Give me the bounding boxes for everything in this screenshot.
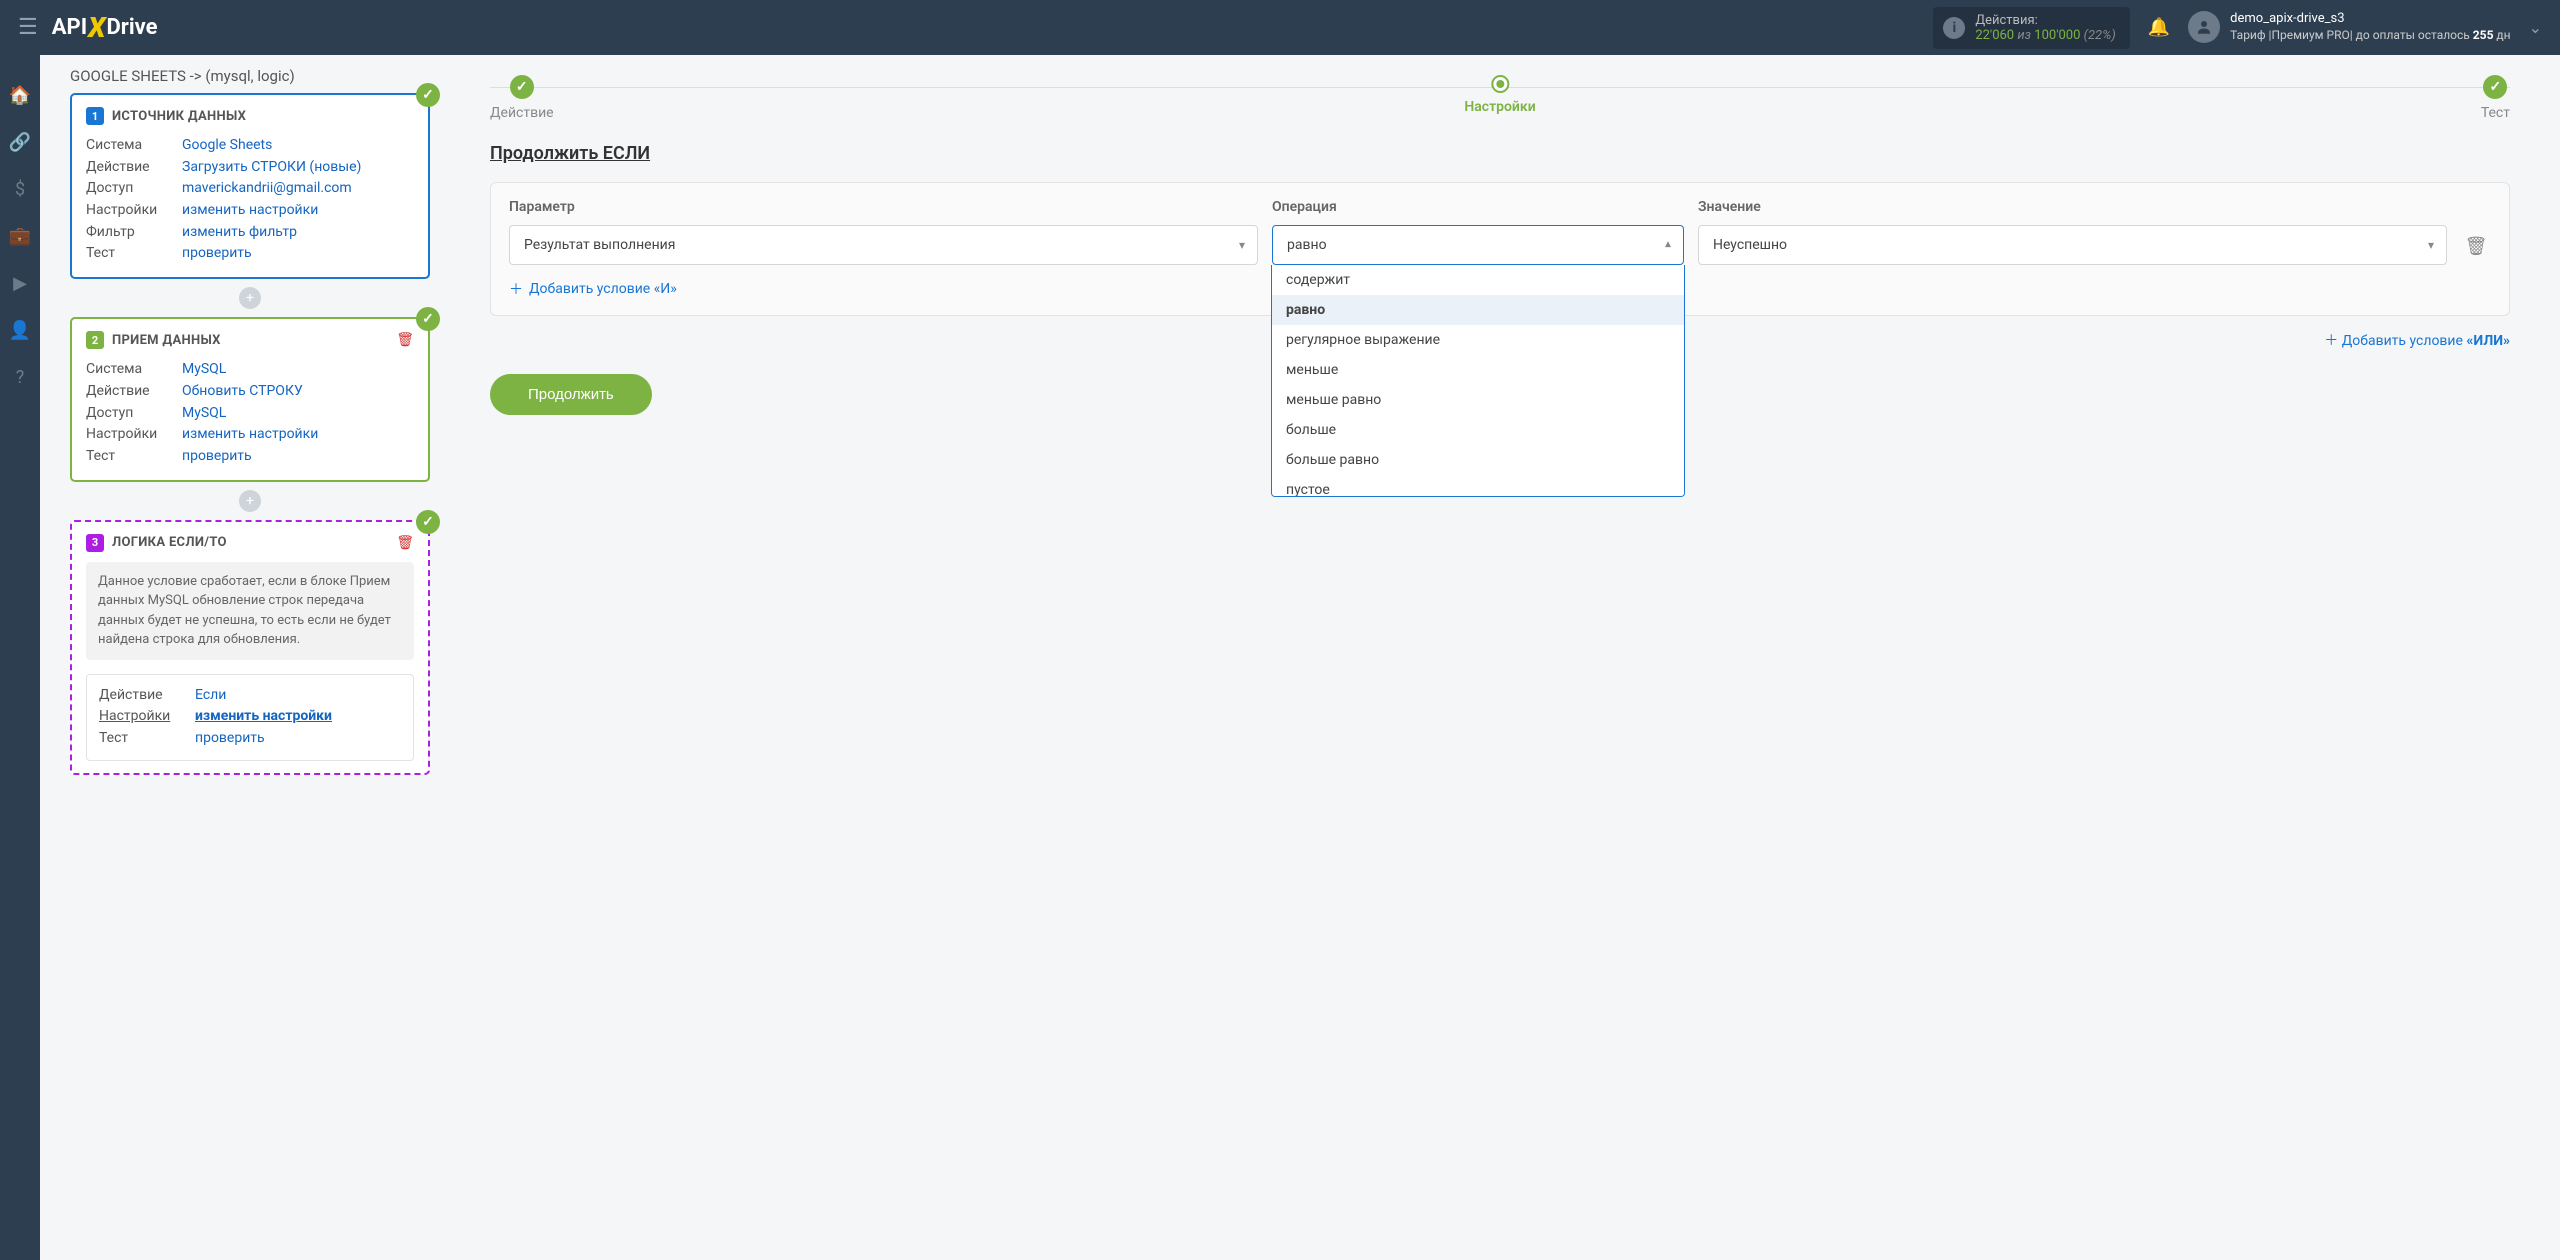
sidebar: GOOGLE SHEETS -> (mysql, logic) ✓ 1 ИСТО…: [40, 55, 460, 1260]
select-operation[interactable]: равно ▾: [1272, 225, 1684, 265]
source-filter[interactable]: изменить фильтр: [182, 222, 297, 244]
header-value: Значение: [1698, 199, 2447, 215]
chevron-up-icon: ▾: [1665, 238, 1671, 252]
stepper: ✓ Действие Настройки ✓ Тест: [490, 75, 2510, 125]
source-system[interactable]: Google Sheets: [182, 135, 272, 157]
operation-option[interactable]: содержит: [1272, 265, 1684, 295]
source-access[interactable]: maverickandrii@gmail.com: [182, 178, 352, 200]
logo-post: Drive: [107, 15, 158, 40]
sitemap-icon[interactable]: 🔗: [9, 132, 31, 153]
dollar-icon[interactable]: $: [15, 179, 25, 200]
select-value[interactable]: Неуспешно ▾: [1698, 225, 2447, 265]
block-logic: ✓ 3 ЛОГИКА ЕСЛИ/ТО 🗑 Данное условие сраб…: [70, 520, 430, 775]
help-icon[interactable]: ?: [16, 367, 25, 388]
plus-icon: ＋: [509, 279, 523, 299]
header-operation: Операция: [1272, 199, 1684, 215]
actions-of: из: [2017, 28, 2031, 43]
check-icon: ✓: [416, 83, 440, 107]
dest-test[interactable]: проверить: [182, 446, 252, 468]
trash-icon[interactable]: 🗑: [396, 332, 414, 348]
menu-burger-icon[interactable]: ☰: [18, 15, 38, 40]
block-source: ✓ 1 ИСТОЧНИК ДАННЫХ СистемаGoogle Sheets…: [70, 93, 430, 279]
app-header: ☰ API X Drive i Действия: 22'060 из 100'…: [0, 0, 2560, 55]
dest-access[interactable]: MySQL: [182, 403, 226, 425]
home-icon[interactable]: 🏠: [9, 85, 31, 106]
user-menu[interactable]: demo_apix-drive_s3 Тариф |Премиум PRO| д…: [2188, 11, 2510, 43]
block-number: 1: [86, 107, 104, 125]
block-number: 3: [86, 534, 104, 552]
header-parameter: Параметр: [509, 199, 1258, 215]
logo-pre: API: [52, 15, 87, 40]
step-settings[interactable]: Настройки: [1464, 75, 1535, 115]
logic-action[interactable]: Если: [195, 685, 226, 707]
chevron-down-icon[interactable]: ⌄: [2529, 18, 2542, 37]
operation-dropdown: содержитравнорегулярное выражениеменьшем…: [1271, 265, 1685, 497]
user-tariff: Тариф |Премиум PRO| до оплаты осталось 2…: [2230, 28, 2510, 44]
source-settings[interactable]: изменить настройки: [182, 200, 318, 222]
block-title: ИСТОЧНИК ДАННЫХ: [112, 109, 246, 124]
section-title: Продолжить ЕСЛИ: [490, 143, 2510, 164]
actions-total: 100'000: [2034, 28, 2080, 43]
video-icon[interactable]: ▶: [13, 273, 27, 294]
actions-counter[interactable]: i Действия: 22'060 из 100'000 (22%): [1933, 7, 2129, 49]
operation-option[interactable]: регулярное выражение: [1272, 325, 1684, 355]
delete-row-button[interactable]: 🗑: [2461, 236, 2491, 265]
bell-icon[interactable]: 🔔: [2148, 17, 2170, 38]
source-test[interactable]: проверить: [182, 243, 252, 265]
block-title: ПРИЕМ ДАННЫХ: [112, 333, 221, 348]
block-number: 2: [86, 331, 104, 349]
chevron-down-icon: ▾: [1239, 238, 1245, 252]
main-panel: ✓ Действие Настройки ✓ Тест Продолжить Е…: [460, 55, 2560, 1260]
select-parameter[interactable]: Результат выполнения ▾: [509, 225, 1258, 265]
step-test[interactable]: ✓ Тест: [2481, 75, 2510, 121]
source-action[interactable]: Загрузить СТРОКИ (новые): [182, 157, 361, 179]
logo[interactable]: API X Drive: [52, 11, 158, 44]
continue-button[interactable]: Продолжить: [490, 374, 652, 415]
operation-option[interactable]: пустое: [1272, 475, 1684, 497]
logic-settings[interactable]: изменить настройки: [195, 706, 332, 728]
breadcrumb: GOOGLE SHEETS -> (mysql, logic): [70, 65, 430, 93]
operation-option[interactable]: больше: [1272, 415, 1684, 445]
add-block-button[interactable]: +: [239, 490, 261, 512]
check-icon: ✓: [416, 307, 440, 331]
dest-settings[interactable]: изменить настройки: [182, 424, 318, 446]
dest-system[interactable]: MySQL: [182, 359, 226, 381]
operation-option[interactable]: меньше равно: [1272, 385, 1684, 415]
step-action[interactable]: ✓ Действие: [490, 75, 554, 121]
actions-label: Действия:: [1975, 13, 2115, 28]
logo-x: X: [88, 11, 105, 44]
check-icon: ✓: [416, 510, 440, 534]
user-icon[interactable]: 👤: [9, 320, 31, 341]
operation-option[interactable]: меньше: [1272, 355, 1684, 385]
actions-pct: (22%): [2084, 28, 2116, 43]
logic-test[interactable]: проверить: [195, 728, 265, 750]
actions-used: 22'060: [1975, 28, 2014, 43]
avatar: [2188, 11, 2220, 43]
info-icon: i: [1943, 17, 1965, 39]
filter-box: Параметр Результат выполнения ▾ Операция…: [490, 182, 2510, 316]
operation-option[interactable]: равно: [1272, 295, 1684, 325]
block-title: ЛОГИКА ЕСЛИ/ТО: [112, 535, 227, 550]
briefcase-icon[interactable]: 💼: [9, 226, 31, 247]
add-block-button[interactable]: +: [239, 287, 261, 309]
operation-option[interactable]: больше равно: [1272, 445, 1684, 475]
dest-action[interactable]: Обновить СТРОКУ: [182, 381, 303, 403]
trash-icon[interactable]: 🗑: [396, 535, 414, 551]
user-name: demo_apix-drive_s3: [2230, 11, 2510, 28]
logic-info-text: Данное условие сработает, если в блоке П…: [86, 562, 414, 660]
left-nav: 🏠 🔗 $ 💼 ▶ 👤 ?: [0, 55, 40, 1260]
block-destination: ✓ 2 ПРИЕМ ДАННЫХ 🗑 СистемаMySQL Действие…: [70, 317, 430, 481]
chevron-down-icon: ▾: [2428, 238, 2434, 252]
